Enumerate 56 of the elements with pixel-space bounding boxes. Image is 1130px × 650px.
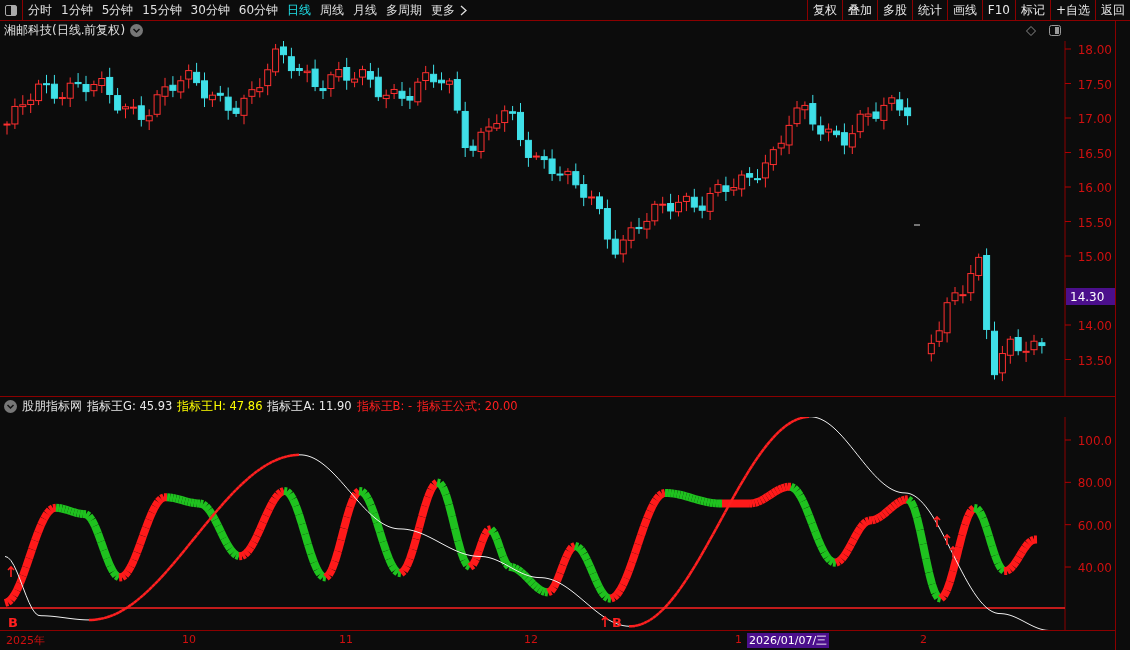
price-axis-label: 15.50 bbox=[1077, 215, 1112, 230]
period-tab[interactable]: 1分钟 bbox=[56, 1, 97, 19]
chevron-right-icon[interactable] bbox=[460, 4, 468, 16]
price-axis-label: 15.00 bbox=[1077, 249, 1112, 264]
price-axis-label: 13.50 bbox=[1077, 353, 1112, 368]
period-tab[interactable]: 多周期 bbox=[381, 1, 427, 19]
dropdown-icon[interactable] bbox=[4, 400, 17, 414]
toolbar-button[interactable]: 复权 bbox=[806, 0, 842, 20]
indicator-legend: 指标王公式: 20.00 bbox=[417, 399, 518, 415]
price-axis-label: 17.00 bbox=[1077, 111, 1112, 126]
date-axis-label: 2 bbox=[919, 633, 928, 646]
period-tab[interactable]: 更多 bbox=[426, 1, 460, 19]
toolbar-button[interactable]: F10 bbox=[981, 0, 1015, 20]
period-tab[interactable]: 60分钟 bbox=[233, 1, 283, 19]
indicator-legend: 指标王B: - bbox=[356, 399, 413, 415]
period-tab[interactable]: 分时 bbox=[23, 1, 56, 19]
indicator-axis-label: 40.00 bbox=[1077, 560, 1112, 575]
period-tab[interactable]: 5分钟 bbox=[96, 1, 138, 19]
dropdown-icon[interactable] bbox=[130, 24, 144, 38]
last-price-tag: 14.30 bbox=[1066, 287, 1115, 305]
price-axis-label: 14.00 bbox=[1077, 318, 1112, 333]
period-tab[interactable]: 日线 bbox=[282, 1, 316, 19]
toolbar-button[interactable]: 统计 bbox=[911, 0, 947, 20]
indicator-axis-label: 80.00 bbox=[1077, 476, 1112, 491]
indicator-axis-label: 60.00 bbox=[1077, 518, 1112, 533]
date-axis-label: 11 bbox=[338, 633, 354, 646]
period-tab[interactable]: 15分钟 bbox=[137, 1, 186, 19]
toolbar-button[interactable]: 多股 bbox=[876, 0, 912, 20]
up-arrow-icon bbox=[933, 515, 941, 528]
indicator-name: 股朋指标网 bbox=[22, 398, 82, 416]
date-axis-label: 2025年 bbox=[5, 633, 46, 648]
price-axis-label: 18.00 bbox=[1077, 42, 1112, 57]
price-axis-label: 16.00 bbox=[1077, 180, 1112, 195]
date-axis-label: 1 bbox=[734, 633, 743, 646]
buy-signal-label: B bbox=[8, 614, 18, 630]
indicator-legend: 指标王H: 47.86 bbox=[177, 399, 263, 415]
period-tab[interactable]: 周线 bbox=[315, 1, 349, 19]
price-axis-label: 16.50 bbox=[1077, 146, 1112, 161]
date-axis-label: 12 bbox=[523, 633, 539, 646]
period-tab[interactable]: 月线 bbox=[348, 1, 382, 19]
indicator-axis-label: 100.0 bbox=[1077, 433, 1112, 448]
date-axis-label: 2026/01/07/三 bbox=[747, 633, 830, 648]
date-axis-label: 10 bbox=[181, 633, 197, 646]
up-arrow-icon bbox=[601, 615, 609, 628]
toolbar-button[interactable]: 画线 bbox=[946, 0, 982, 20]
toolbar-button[interactable]: 标记 bbox=[1014, 0, 1050, 20]
toolbar-button[interactable]: 叠加 bbox=[841, 0, 877, 20]
indicator-legend: 指标王G: 45.93 bbox=[87, 399, 173, 415]
panel-toggle-icon[interactable] bbox=[1049, 25, 1061, 37]
period-tab[interactable]: 30分钟 bbox=[185, 1, 234, 19]
toolbar-button[interactable]: 返回 bbox=[1095, 0, 1130, 20]
chart-title: 湘邮科技(日线.前复权) bbox=[4, 22, 126, 40]
up-arrow-icon bbox=[7, 565, 15, 578]
toolbar-button[interactable]: +自选 bbox=[1049, 0, 1095, 20]
price-axis-label: 17.50 bbox=[1077, 77, 1112, 92]
indicator-legend: 指标王A: 11.90 bbox=[267, 399, 352, 415]
